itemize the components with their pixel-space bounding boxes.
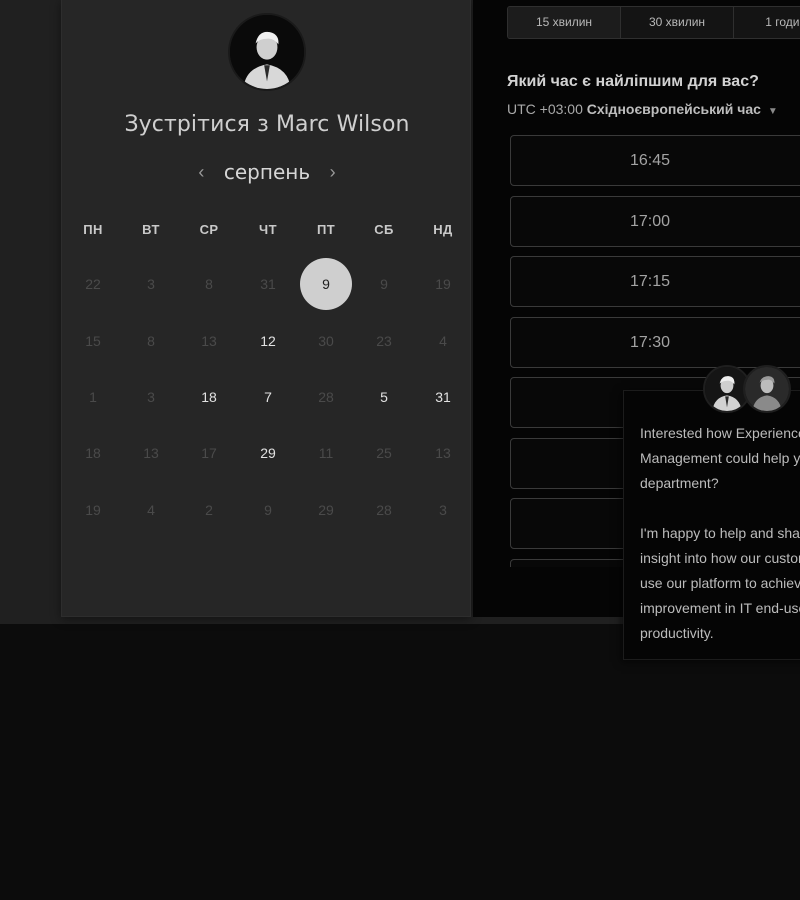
calendar-day: 3 (147, 276, 155, 292)
calendar-day: 8 (205, 276, 213, 292)
weekday-label: ПТ (316, 222, 336, 237)
weekday-label: СБ (374, 222, 394, 237)
calendar-day: 28 (376, 502, 392, 518)
month-label: серпень (223, 160, 311, 184)
calendar-day: 3 (439, 502, 447, 518)
calendar-day: 11 (318, 445, 334, 461)
page-footer-area (0, 624, 800, 900)
timezone-name: Східноєвропейський час (586, 101, 761, 117)
duration-tabs: 15 хвилин 30 хвилин 1 година (507, 6, 800, 39)
weekday-label: НД (433, 222, 453, 237)
host-avatar (228, 13, 306, 91)
calendar-day: 15 (85, 333, 101, 349)
timezone-offset: UTC +03:00 (507, 101, 583, 117)
weekday-label: ЧТ (259, 222, 277, 237)
meeting-title: Зустрітися з Marc Wilson (124, 112, 410, 137)
calendar-day: 4 (147, 502, 155, 518)
time-slot-button[interactable]: 17:15 (510, 256, 800, 307)
calendar-day-selected[interactable]: 9 (300, 258, 352, 310)
calendar-day: 19 (435, 276, 451, 292)
calendar-day: 31 (260, 276, 276, 292)
calendar-day: 13 (435, 445, 451, 461)
person-icon (230, 15, 304, 89)
chevron-right-icon[interactable]: › (321, 162, 345, 183)
calendar-card: Зустрітися з Marc Wilson ‹ серпень › ПН В… (61, 0, 471, 617)
month-navigation: ‹ серпень › (62, 160, 472, 188)
weekday-label: СР (199, 222, 219, 237)
calendar-day: 13 (143, 445, 159, 461)
calendar-day: 22 (85, 276, 101, 292)
time-slot-button[interactable]: 17:30 (510, 316, 800, 368)
chat-message: Interested how Experience Management cou… (640, 425, 800, 641)
timezone-selector[interactable]: UTC +03:00 Східноєвропейський час ▼ (507, 101, 778, 117)
chat-popover[interactable]: Interested how Experience Management cou… (623, 390, 800, 660)
calendar-day: 3 (147, 389, 155, 405)
calendar-day: 1 (89, 389, 97, 405)
chevron-left-icon[interactable]: ‹ (189, 162, 213, 183)
calendar-day: 9 (264, 502, 272, 518)
time-question-heading: Який час є найліпшим для вас? (507, 73, 759, 90)
time-slot-button[interactable]: 17:00 (510, 195, 800, 247)
calendar-day: 23 (376, 333, 392, 349)
calendar-day: 18 (85, 445, 101, 461)
calendar-day: 29 (318, 502, 334, 518)
chat-avatar-2[interactable] (743, 365, 791, 413)
calendar-day: 19 (85, 502, 101, 518)
duration-tab-30[interactable]: 30 хвилин (621, 7, 734, 38)
person-icon (745, 367, 789, 411)
weekday-label: ПН (83, 222, 103, 237)
calendar-day[interactable]: 31 (417, 371, 469, 423)
duration-tab-60[interactable]: 1 година (734, 7, 800, 38)
booking-page: Зустрітися з Marc Wilson ‹ серпень › ПН В… (0, 0, 800, 900)
duration-tab-15[interactable]: 15 хвилин (508, 7, 621, 38)
calendar-day: 8 (147, 333, 155, 349)
calendar-day: 25 (376, 445, 392, 461)
weekday-label: ВТ (142, 222, 160, 237)
calendar-day: 30 (318, 333, 334, 349)
calendar-day[interactable]: 5 (358, 371, 410, 423)
time-slot-button[interactable]: 16:45 (510, 135, 800, 186)
calendar-day: 13 (201, 333, 217, 349)
calendar-day[interactable]: 7 (242, 371, 294, 423)
calendar-day[interactable]: 29 (242, 427, 294, 479)
calendar-day: 17 (201, 445, 217, 461)
calendar-day[interactable]: 12 (242, 315, 294, 367)
calendar-day: 4 (439, 333, 447, 349)
calendar-day: 2 (205, 502, 213, 518)
calendar-day[interactable]: 18 (183, 371, 235, 423)
calendar-day: 9 (380, 276, 388, 292)
caret-down-icon: ▼ (767, 106, 778, 117)
weekday-header: ПН ВТ СР ЧТ ПТ СБ НД (62, 222, 472, 240)
calendar-day: 28 (318, 389, 334, 405)
